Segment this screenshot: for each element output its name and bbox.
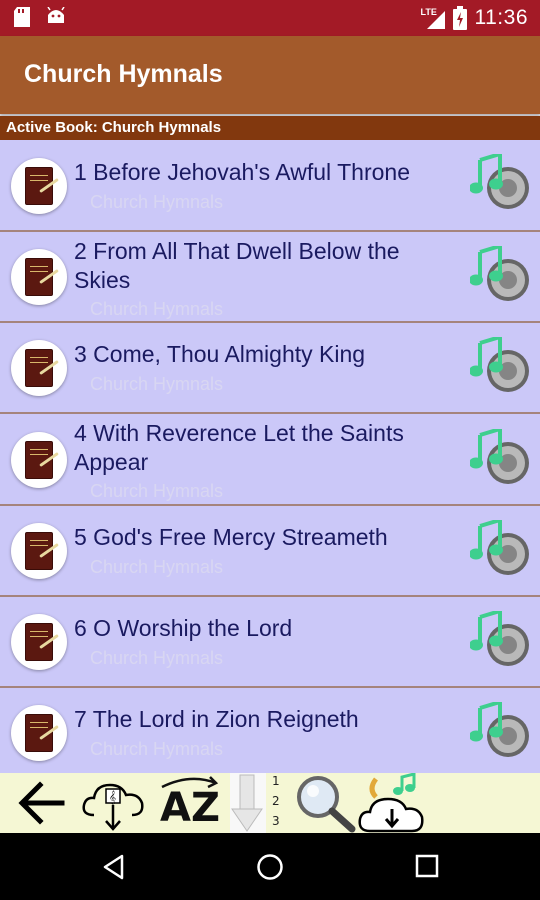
hymn-title: 2 From All That Dwell Below the Skies (74, 238, 400, 293)
hymn-item[interactable]: 4 With Reverence Let the Saints Appear C… (0, 414, 540, 506)
nav-back-icon[interactable] (100, 853, 128, 881)
hymnal-book-icon (11, 523, 67, 579)
play-music-icon[interactable] (470, 154, 530, 212)
back-arrow-icon[interactable] (14, 773, 70, 833)
hymn-title: 6 O Worship the Lord (74, 615, 293, 641)
hymn-book-name: Church Hymnals (90, 557, 224, 577)
hymn-book-name: Church Hymnals (90, 481, 224, 501)
play-music-icon[interactable] (470, 702, 530, 760)
status-time: 11:36 (474, 6, 528, 29)
hymn-book-name: Church Hymnals (90, 299, 224, 319)
hymn-title: 3 Come, Thou Almighty King (74, 341, 366, 367)
svg-text:𝄞: 𝄞 (109, 790, 116, 804)
hymn-book-name: Church Hymnals (90, 648, 224, 668)
hymn-item[interactable]: 1 Before Jehovah's Awful Throne Church H… (0, 140, 540, 232)
signal-icon: LTE (421, 7, 445, 29)
sort-az-icon[interactable]: AZ (158, 773, 222, 833)
status-bar: LTE 11:36 (0, 0, 540, 36)
active-book-label: Active Book: Church Hymnals (6, 119, 222, 136)
hymnal-book-icon (11, 249, 67, 305)
svg-text:3: 3 (272, 814, 280, 828)
hymn-book-name: Church Hymnals (90, 192, 224, 212)
search-icon[interactable] (292, 773, 358, 833)
active-book-bar: Active Book: Church Hymnals (0, 116, 540, 140)
sd-card-icon (14, 7, 30, 27)
svg-text:2: 2 (272, 794, 280, 808)
svg-text:1: 1 (272, 774, 280, 788)
number-sort-icon[interactable]: 1 2 3 (228, 773, 288, 833)
hymnal-book-icon (11, 705, 67, 761)
hymn-list[interactable]: 1 Before Jehovah's Awful Throne Church H… (0, 140, 540, 773)
hymn-title: 4 With Reverence Let the Saints Appear (74, 420, 404, 475)
hymn-item[interactable]: 5 God's Free Mercy Streameth Church Hymn… (0, 506, 540, 597)
nav-recents-icon[interactable] (414, 853, 440, 879)
cloud-music-download-icon[interactable]: 𝄞 (80, 773, 148, 833)
app-title: Church Hymnals (24, 60, 223, 88)
hymn-title: 5 God's Free Mercy Streameth (74, 524, 388, 550)
play-music-icon[interactable] (470, 520, 530, 578)
hymn-title: 7 The Lord in Zion Reigneth (74, 706, 359, 732)
play-music-icon[interactable] (470, 246, 530, 304)
hymn-title: 1 Before Jehovah's Awful Throne (74, 159, 410, 185)
app-bar: Church Hymnals (0, 36, 540, 114)
hymn-item[interactable]: 2 From All That Dwell Below the Skies Ch… (0, 232, 540, 323)
play-music-icon[interactable] (470, 337, 530, 395)
nav-home-icon[interactable] (255, 852, 285, 882)
hymnal-book-icon (11, 614, 67, 670)
hymn-book-name: Church Hymnals (90, 374, 224, 394)
battery-icon (452, 6, 467, 30)
android-icon (47, 7, 65, 23)
hymnal-book-icon (11, 432, 67, 488)
svg-text:AZ: AZ (160, 785, 220, 831)
hymn-item[interactable]: 3 Come, Thou Almighty King Church Hymnal… (0, 323, 540, 414)
cloud-download-icon[interactable] (358, 773, 426, 833)
bottom-toolbar: 𝄞 AZ 1 2 3 (0, 773, 540, 833)
hymn-item[interactable]: 7 The Lord in Zion Reigneth Church Hymna… (0, 688, 540, 773)
hymnal-book-icon (11, 340, 67, 396)
system-nav-bar (0, 833, 540, 900)
hymnal-book-icon (11, 158, 67, 214)
play-music-icon[interactable] (470, 611, 530, 669)
hymn-book-name: Church Hymnals (90, 739, 224, 759)
hymn-item[interactable]: 6 O Worship the Lord Church Hymnals (0, 597, 540, 688)
play-music-icon[interactable] (470, 429, 530, 487)
